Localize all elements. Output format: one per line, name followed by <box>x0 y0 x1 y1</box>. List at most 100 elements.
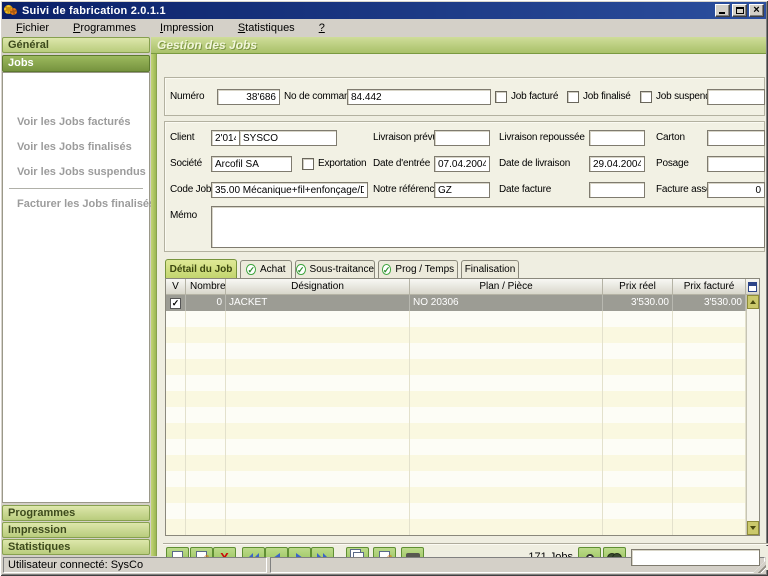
menu-impression[interactable]: Impression <box>152 21 222 35</box>
table-empty-row <box>166 327 759 343</box>
table-empty-row <box>166 311 759 327</box>
scroll-up-button[interactable] <box>747 295 759 309</box>
table-header-row: V Nombre Désignation Plan / Pièce Prix r… <box>166 279 759 295</box>
table-empty-row <box>166 471 759 487</box>
sidebar-section-jobs[interactable]: Jobs <box>2 55 150 72</box>
scroll-down-button[interactable] <box>747 521 759 535</box>
column-header-prix-reel[interactable]: Prix réel <box>603 279 673 295</box>
notre-reference-label: Notre référence <box>373 184 439 195</box>
date-facture-field[interactable] <box>589 182 645 198</box>
sidebar-item-facturer-jobs-finalises[interactable]: Facturer les Jobs finalisés <box>17 198 147 212</box>
titlebar: Suivi de fabrication 2.0.1.1 × <box>2 2 766 19</box>
exportation-checkbox[interactable] <box>302 158 314 170</box>
main-content: Numéro No de commande Job facturé Job fi… <box>157 54 766 556</box>
column-header-v[interactable]: V <box>166 279 186 295</box>
sidebar-item-voir-jobs-finalises[interactable]: Voir les Jobs finalisés <box>17 141 147 155</box>
numero-label: Numéro <box>170 91 204 102</box>
column-header-prix-facture[interactable]: Prix facturé <box>673 279 746 295</box>
minimize-button[interactable] <box>715 4 730 17</box>
tab-prog-temps[interactable]: ✓Prog / Temps <box>378 260 458 278</box>
table-empty-row <box>166 391 759 407</box>
group-numero: Numéro No de commande Job facturé Job fi… <box>164 77 765 116</box>
tab-achat[interactable]: ✓Achat <box>240 260 292 278</box>
sidebar-separator <box>9 188 143 189</box>
exportation-label: Exportation <box>318 158 366 169</box>
check-circle-icon: ✓ <box>246 264 256 275</box>
livraison-repoussee-label: Livraison repoussée <box>499 132 585 143</box>
close-button[interactable]: × <box>749 4 764 17</box>
table-empty-row <box>166 487 759 503</box>
job-suspendu-checkbox[interactable] <box>640 91 652 103</box>
sidebar-jobs-panel: Voir les Jobs facturés Voir les Jobs fin… <box>2 72 150 503</box>
date-livraison-label: Date de livraison <box>499 158 570 169</box>
posage-field[interactable] <box>707 156 765 172</box>
client-name-field[interactable] <box>239 130 337 146</box>
societe-field[interactable] <box>211 156 292 172</box>
carton-field[interactable] <box>707 130 765 146</box>
sidebar-section-programmes[interactable]: Programmes <box>2 505 150 521</box>
menu-programmes[interactable]: Programmes <box>65 21 144 35</box>
main-panel: Gestion des Jobs Numéro No de commande J… <box>151 37 766 556</box>
job-facture-checkbox[interactable] <box>495 91 507 103</box>
no-commande-field[interactable] <box>347 89 491 105</box>
memo-textarea[interactable] <box>211 206 765 248</box>
table-empty-row <box>166 439 759 455</box>
sidebar-section-general[interactable]: Général <box>2 37 150 53</box>
job-finalise-checkbox[interactable] <box>567 91 579 103</box>
date-entree-field[interactable] <box>434 156 490 172</box>
tab-detail-du-job[interactable]: Détail du Job <box>165 259 237 278</box>
table-empty-row <box>166 343 759 359</box>
app-window: Suivi de fabrication 2.0.1.1 × Fichier P… <box>0 0 768 576</box>
cell-nombre: 0 <box>186 295 226 311</box>
vertical-scrollbar[interactable] <box>746 295 759 535</box>
table-empty-row <box>166 519 759 535</box>
maximize-button[interactable] <box>732 4 747 17</box>
check-circle-icon: ✓ <box>296 264 306 275</box>
column-header-designation[interactable]: Désignation <box>226 279 410 295</box>
table-grid-icon <box>748 282 757 292</box>
livraison-repoussee-field[interactable] <box>589 130 645 146</box>
sidebar-section-statistiques[interactable]: Statistiques <box>2 539 150 555</box>
numero-field[interactable] <box>217 89 280 105</box>
toolbar-separator <box>163 543 768 545</box>
page-title: Gestion des Jobs <box>151 37 766 54</box>
column-header-nombre[interactable]: Nombre <box>186 279 226 295</box>
table-empty-row <box>166 359 759 375</box>
memo-label: Mémo <box>170 210 197 221</box>
menu-help[interactable]: ? <box>311 21 333 35</box>
facture-associee-field[interactable] <box>707 182 765 198</box>
menu-statistiques[interactable]: Statistiques <box>230 21 303 35</box>
status-user-panel: Utilisateur connecté: SysCo <box>3 557 267 573</box>
livraison-prevue-label: Livraison prévue <box>373 132 443 143</box>
row-check-cell[interactable]: ✓ <box>166 295 186 311</box>
societe-label: Société <box>170 158 202 169</box>
code-job-field[interactable] <box>211 182 368 198</box>
client-code-field[interactable] <box>211 130 240 146</box>
suspendu-field[interactable] <box>707 89 765 105</box>
job-facture-label: Job facturé <box>511 91 558 102</box>
table-empty-row <box>166 503 759 519</box>
posage-label: Posage <box>656 158 689 169</box>
carton-label: Carton <box>656 132 685 143</box>
gears-icon <box>4 4 18 17</box>
notre-reference-field[interactable] <box>434 182 490 198</box>
sidebar-item-voir-jobs-factures[interactable]: Voir les Jobs facturés <box>17 116 147 130</box>
group-details: Client Livraison prévue Livraison repous… <box>164 121 765 252</box>
table-options-button[interactable] <box>746 279 759 295</box>
table-empty-row <box>166 375 759 391</box>
sidebar-section-impression[interactable]: Impression <box>2 522 150 538</box>
client-label: Client <box>170 132 194 143</box>
column-header-plan-piece[interactable]: Plan / Pièce <box>410 279 603 295</box>
search-input[interactable] <box>631 549 760 566</box>
livraison-prevue-field[interactable] <box>434 130 490 146</box>
date-livraison-field[interactable] <box>589 156 645 172</box>
table-empty-row <box>166 455 759 471</box>
table-row-selected[interactable]: ✓ 0 JACKET NO 20306 3'530.00 3'530.00 <box>166 295 759 311</box>
cell-prix-reel: 3'530.00 <box>603 295 673 311</box>
sidebar-item-voir-jobs-suspendus[interactable]: Voir les Jobs suspendus <box>17 166 147 180</box>
tab-sous-traitance[interactable]: ✓Sous-traitance <box>295 260 375 278</box>
tab-finalisation[interactable]: Finalisation <box>461 260 519 278</box>
row-checkbox-checked[interactable]: ✓ <box>170 298 181 309</box>
cell-designation: JACKET <box>226 295 410 311</box>
menu-fichier[interactable]: Fichier <box>8 21 57 35</box>
